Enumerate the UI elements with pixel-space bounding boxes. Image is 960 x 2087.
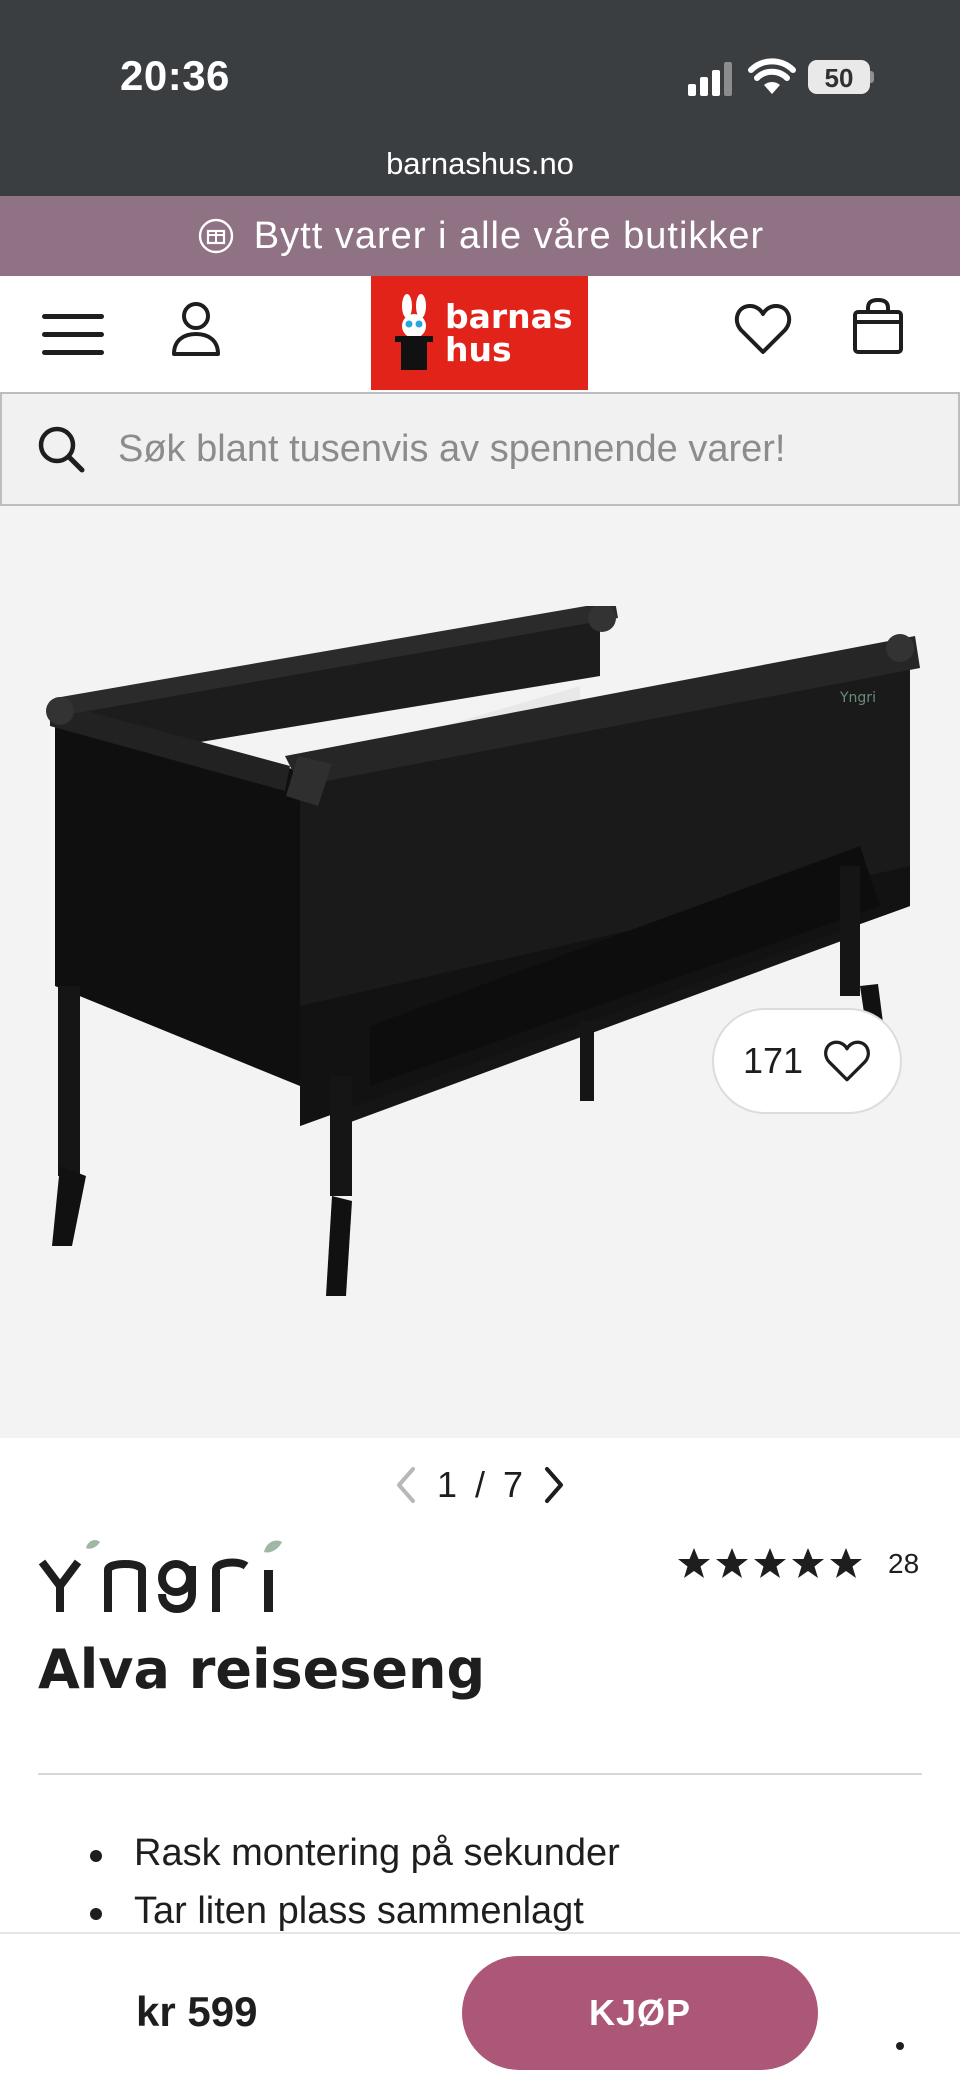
search-input[interactable] [118, 427, 918, 471]
buy-bar: kr 599 KJØP [0, 1932, 960, 2087]
search-bar[interactable] [0, 392, 960, 506]
pager-current: 1 [436, 1464, 457, 1505]
promo-banner[interactable]: Bytt varer i alle våre butikker [0, 196, 960, 276]
promo-text: Bytt varer i alle våre butikker [253, 214, 765, 257]
feature-item: Rask montering på sekunder [90, 1832, 620, 1890]
feature-list: Rask montering på sekunder Tar liten pla… [90, 1832, 620, 1948]
heart-outline-icon [824, 1040, 870, 1082]
product-title: Alva reiseseng [38, 1638, 486, 1701]
logo-line1: barnas [445, 297, 573, 336]
browser-url[interactable]: barnashus.no [0, 146, 960, 182]
cellular-signal-icon [688, 62, 732, 96]
rabbit-hat-icon [395, 294, 433, 370]
product-price: kr 599 [136, 1988, 258, 2035]
status-bar: 20:36 50 barnashus.no [0, 0, 960, 196]
image-pager: 1 / 7 [0, 1460, 960, 1510]
pager-separator: / [474, 1464, 485, 1505]
indicator-dot [896, 2042, 904, 2050]
chevron-right-icon[interactable] [541, 1465, 567, 1505]
svg-text:Yngri: Yngri [839, 690, 876, 706]
search-icon[interactable] [36, 424, 86, 474]
logo-line2: hus [445, 330, 512, 369]
wifi-icon [748, 58, 796, 94]
review-count[interactable]: 28 [888, 1548, 919, 1580]
favorite-count: 171 [742, 1040, 804, 1081]
product-image-travel-cot: Yngri [46, 606, 920, 1296]
favorite-button[interactable]: 171 [712, 1008, 902, 1114]
user-icon[interactable] [170, 300, 222, 358]
product-image-gallery[interactable]: Yngri 171 [0, 506, 960, 1438]
menu-icon[interactable] [42, 312, 104, 358]
battery-level: 50 [824, 63, 854, 93]
divider [38, 1773, 922, 1775]
exchange-icon [198, 218, 233, 254]
battery-indicator: 50 [808, 60, 874, 94]
buy-button[interactable]: KJØP [462, 1956, 818, 2070]
chevron-left-icon[interactable] [393, 1465, 419, 1505]
shopping-bag-icon[interactable] [852, 298, 904, 354]
site-header: barnas hus [0, 276, 960, 392]
brand-logo-yngri[interactable] [38, 1534, 298, 1616]
pager-total: 7 [503, 1464, 524, 1505]
heart-icon[interactable] [734, 302, 792, 356]
barnashus-logo[interactable]: barnas hus [371, 276, 588, 390]
status-time: 20:36 [120, 52, 230, 99]
rating-stars [678, 1548, 862, 1578]
